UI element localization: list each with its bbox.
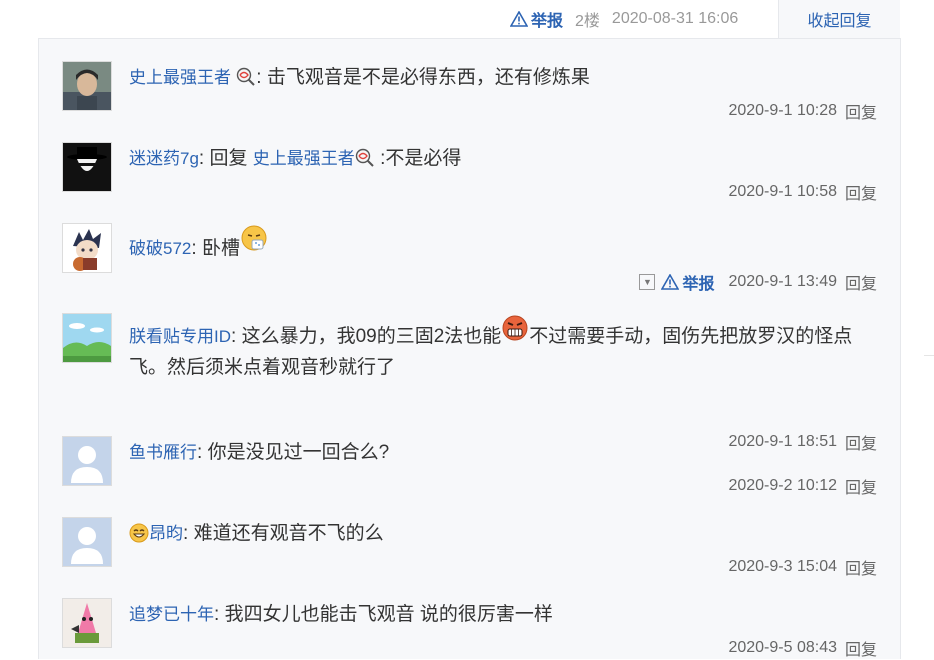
comment-meta: 2020-9-5 08:43 回复 — [728, 636, 877, 660]
comment-content: 史上最强王者 : 击飞观音是不是必得东西，还有修炼果 — [129, 67, 590, 88]
avatar[interactable] — [62, 598, 112, 648]
list-item: 追梦已十年: 我四女儿也能击飞观音 说的很厉害一样 2020-9-5 08:43… — [39, 576, 900, 659]
grin-emoji-icon — [129, 523, 149, 543]
comment-text: 卧槽 — [201, 238, 240, 259]
comment-content: 破破572: 卧槽 — [129, 224, 874, 264]
page-divider — [924, 355, 934, 356]
lollipop-icon — [355, 148, 374, 167]
floor-time: 2020-08-31 16:06 — [611, 10, 739, 27]
chevron-down-icon[interactable]: ▼ — [639, 274, 656, 290]
username-link[interactable]: 鱼书雁行 — [129, 443, 197, 462]
username-link[interactable]: 朕看贴专用ID — [129, 327, 231, 346]
floor-tail: 举报 2楼 2020-08-31 16:06 — [510, 0, 738, 38]
reply-prefix: 回复 — [209, 148, 248, 169]
avatar[interactable] — [62, 61, 112, 111]
reply-target-link[interactable]: 史上最强王者 — [253, 149, 355, 168]
list-item: 朕看贴专用ID: 这么暴力，我09的三固2法也能 不过需要手动，固伤先把放罗汉的怪… — [39, 291, 900, 453]
comment-text: :不是必得 — [380, 148, 462, 169]
floor-number: 2楼 — [575, 13, 600, 30]
angry-emoji-icon — [502, 315, 528, 341]
comment-text: 击飞观音是不是必得东西，还有修炼果 — [266, 67, 590, 88]
comment-content: 朕看贴专用ID: 这么暴力，我09的三固2法也能 不过需要手动，固伤先把放罗汉的怪… — [129, 314, 874, 383]
avatar[interactable] — [62, 517, 112, 567]
reply-button[interactable]: 回复 — [845, 636, 877, 660]
list-item: 迷迷药7g: 回复 史上最强王者 :不是必得 2020-9-1 10:58 回复 — [39, 120, 900, 203]
avatar[interactable] — [62, 436, 112, 486]
comment-text: 你是没见过一回合么? — [207, 442, 390, 463]
warning-icon — [661, 274, 680, 290]
username-link[interactable]: 史上最强王者 — [129, 68, 231, 87]
lollipop-icon — [237, 67, 255, 86]
list-item: 鱼书雁行: 你是没见过一回合么? 2020-9-2 10:12 回复 — [39, 414, 900, 497]
floor-report-label: 举报 — [531, 13, 564, 30]
avatar[interactable] — [62, 313, 112, 363]
warning-icon — [510, 11, 528, 27]
username-link[interactable]: 昂昀 — [149, 524, 183, 543]
comment-text: 难道还有观音不飞的么 — [193, 523, 384, 544]
comment-time: 2020-9-2 10:12 — [728, 477, 837, 494]
comment-time: 2020-9-1 13:49 — [728, 273, 837, 290]
list-item: 昂昀: 难道还有观音不飞的么 2020-9-3 15:04 回复 — [39, 495, 900, 578]
comment-time: 2020-9-3 15:04 — [728, 558, 837, 575]
avatar[interactable] — [62, 142, 112, 192]
avatar[interactable] — [62, 223, 112, 273]
username-link[interactable]: 迷迷药7g — [129, 149, 199, 168]
collapse-replies-button[interactable]: 收起回复 — [778, 0, 900, 38]
comment-time: 2020-9-1 10:58 — [728, 183, 837, 200]
list-item: 破破572: 卧槽 ▼ 举报 2020-9-1 13:49 回复 — [39, 201, 900, 293]
list-item: 史上最强王者 : 击飞观音是不是必得东西，还有修炼果 2020-9-1 10:2… — [39, 39, 900, 122]
comment-time: 2020-9-1 10:28 — [728, 102, 837, 119]
comment-content: 昂昀: 难道还有观音不飞的么 — [129, 518, 874, 549]
comment-content: 鱼书雁行: 你是没见过一回合么? — [129, 442, 390, 463]
comment-text: 这么暴力，我09的三固2法也能 — [241, 326, 502, 347]
reply-list: 史上最强王者 : 击飞观音是不是必得东西，还有修炼果 2020-9-1 10:2… — [38, 38, 901, 659]
sneeze-emoji-icon — [241, 225, 267, 251]
comment-content: 迷迷药7g: 回复 史上最强王者 :不是必得 — [129, 148, 462, 169]
username-link[interactable]: 破破572 — [129, 239, 191, 258]
comment-content: 追梦已十年: 我四女儿也能击飞观音 说的很厉害一样 — [129, 604, 553, 625]
floor-report-link[interactable]: 举报 — [510, 7, 563, 31]
username-link[interactable]: 追梦已十年 — [129, 605, 214, 624]
comment-time: 2020-9-5 08:43 — [728, 639, 837, 656]
comment-text: 我四女儿也能击飞观音 说的很厉害一样 — [224, 604, 553, 625]
